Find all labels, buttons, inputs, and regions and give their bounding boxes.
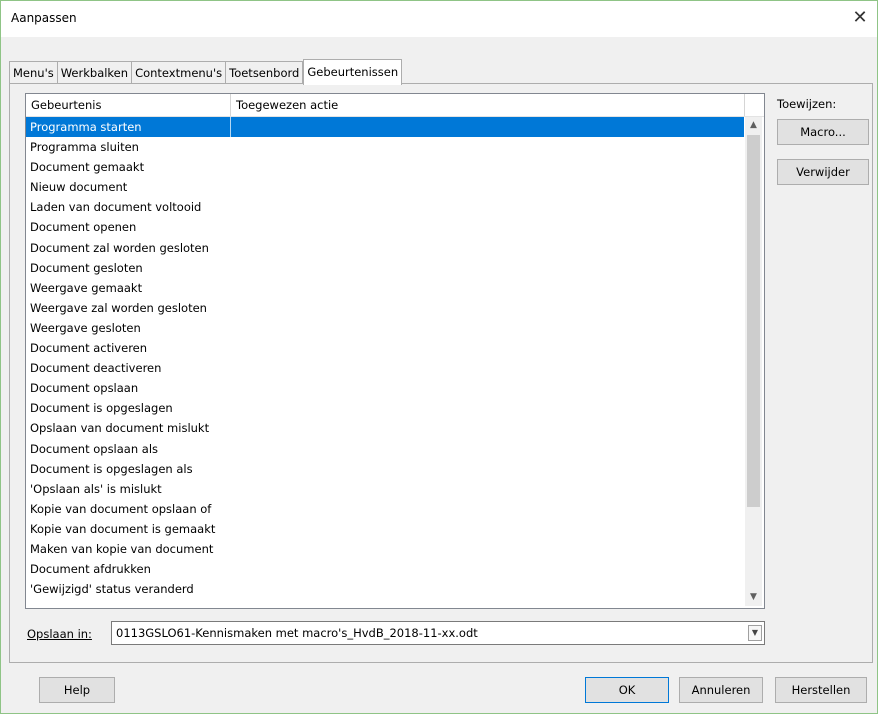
list-item[interactable]: Kopie van document is gemaakt — [26, 519, 744, 539]
event-name: Weergave zal worden gesloten — [30, 300, 207, 315]
list-item[interactable]: Document opslaan — [26, 378, 744, 398]
event-name: Laden van document voltooid — [30, 200, 202, 215]
list-item[interactable]: Weergave gemaakt — [26, 278, 744, 298]
event-name: Document afdrukken — [30, 562, 151, 577]
list-item[interactable]: Document is opgeslagen — [26, 398, 744, 418]
event-name: Kopie van document opslaan of — [30, 501, 212, 516]
event-name: Document gemaakt — [30, 160, 145, 175]
list-item[interactable]: Programma starten — [26, 117, 744, 138]
list-header: Gebeurtenis Toegewezen actie — [26, 94, 764, 117]
list-item[interactable]: Document gemaakt — [26, 157, 744, 177]
event-name: 'Opslaan als' is mislukt — [30, 481, 162, 496]
remove-button[interactable]: Verwijder — [777, 159, 869, 185]
macro-button[interactable]: Macro... — [777, 119, 869, 145]
window-title: Aanpassen — [11, 11, 77, 25]
save-in-value: 0113GSLO61-Kennismaken met macro's_HvdB_… — [116, 626, 478, 640]
list-item[interactable]: Document openen — [26, 217, 744, 237]
tab-events[interactable]: Gebeurtenissen — [303, 59, 403, 85]
list-item[interactable]: Weergave zal worden gesloten — [26, 298, 744, 318]
customize-dialog: Aanpassen ✕ Menu's Werkbalken Contextmen… — [0, 0, 878, 714]
column-separator — [230, 117, 231, 137]
title-bar: Aanpassen ✕ — [1, 1, 877, 37]
column-header-assigned-action[interactable]: Toegewezen actie — [231, 94, 745, 116]
tab-context-menus[interactable]: Contextmenu's — [132, 61, 227, 84]
vertical-scrollbar[interactable]: ▲ ▼ — [745, 117, 762, 606]
ok-button[interactable]: OK — [585, 677, 669, 703]
event-name: Document opslaan als — [30, 441, 159, 456]
reset-button[interactable]: Herstellen — [775, 677, 867, 703]
cancel-button[interactable]: Annuleren — [679, 677, 763, 703]
column-header-event[interactable]: Gebeurtenis — [26, 94, 231, 116]
event-name: Document is opgeslagen — [30, 401, 173, 416]
event-name: Nieuw document — [30, 180, 128, 195]
event-name: Document is opgeslagen als — [30, 461, 193, 476]
event-name: Programma starten — [30, 120, 142, 134]
list-item[interactable]: Document zal worden gesloten — [26, 238, 744, 258]
tab-menus[interactable]: Menu's — [9, 61, 58, 84]
list-item[interactable]: Document deactiveren — [26, 358, 744, 378]
list-item[interactable]: Maken van kopie van document — [26, 539, 744, 559]
event-name: Document zal worden gesloten — [30, 240, 209, 255]
list-item[interactable]: Nieuw document — [26, 177, 744, 197]
list-item[interactable]: Programma sluiten — [26, 137, 744, 157]
list-item[interactable]: Kopie van document opslaan of — [26, 499, 744, 519]
tab-keyboard[interactable]: Toetsenbord — [226, 61, 304, 84]
event-name: Document opslaan — [30, 381, 139, 396]
scrollbar-thumb[interactable] — [747, 135, 760, 507]
event-name: Kopie van document is gemaakt — [30, 521, 216, 536]
event-name: Opslaan van document mislukt — [30, 421, 210, 436]
list-item[interactable]: 'Opslaan als' is mislukt — [26, 479, 744, 499]
event-name: Programma sluiten — [30, 140, 139, 155]
close-icon[interactable]: ✕ — [847, 5, 873, 31]
chevron-down-icon[interactable]: ▼ — [748, 625, 762, 641]
list-item[interactable]: Document gesloten — [26, 258, 744, 278]
event-rows: Programma starten Programma sluiten Docume… — [26, 117, 744, 599]
scroll-up-icon[interactable]: ▲ — [745, 117, 762, 134]
tab-toolbars[interactable]: Werkbalken — [57, 61, 133, 84]
list-item[interactable]: Document is opgeslagen als — [26, 459, 744, 479]
list-item[interactable]: Document afdrukken — [26, 559, 744, 579]
scroll-down-icon[interactable]: ▼ — [745, 589, 762, 606]
list-item[interactable]: Weergave gesloten — [26, 318, 744, 338]
list-item[interactable]: Document opslaan als — [26, 439, 744, 459]
event-name: Maken van kopie van document — [30, 541, 214, 556]
save-in-dropdown[interactable]: 0113GSLO61-Kennismaken met macro's_HvdB_… — [111, 621, 765, 645]
event-name: Document activeren — [30, 341, 148, 356]
save-in-label: Opslaan in: — [27, 627, 92, 641]
event-name: Document deactiveren — [30, 361, 162, 376]
list-item[interactable]: Document activeren — [26, 338, 744, 358]
event-name: Weergave gesloten — [30, 320, 141, 335]
list-item[interactable]: Opslaan van document mislukt — [26, 418, 744, 438]
help-button[interactable]: Help — [39, 677, 115, 703]
assign-label: Toewijzen: — [777, 97, 837, 111]
events-list[interactable]: Gebeurtenis Toegewezen actie Programma s… — [25, 93, 765, 609]
tab-bar: Menu's Werkbalken Contextmenu's Toetsenb… — [9, 59, 403, 85]
list-item[interactable]: 'Gewijzigd' status veranderd — [26, 579, 744, 599]
event-name: 'Gewijzigd' status veranderd — [30, 582, 194, 597]
event-name: Document gesloten — [30, 260, 143, 275]
event-name: Document openen — [30, 220, 137, 235]
event-name: Weergave gemaakt — [30, 280, 143, 295]
list-item[interactable]: Laden van document voltooid — [26, 197, 744, 217]
